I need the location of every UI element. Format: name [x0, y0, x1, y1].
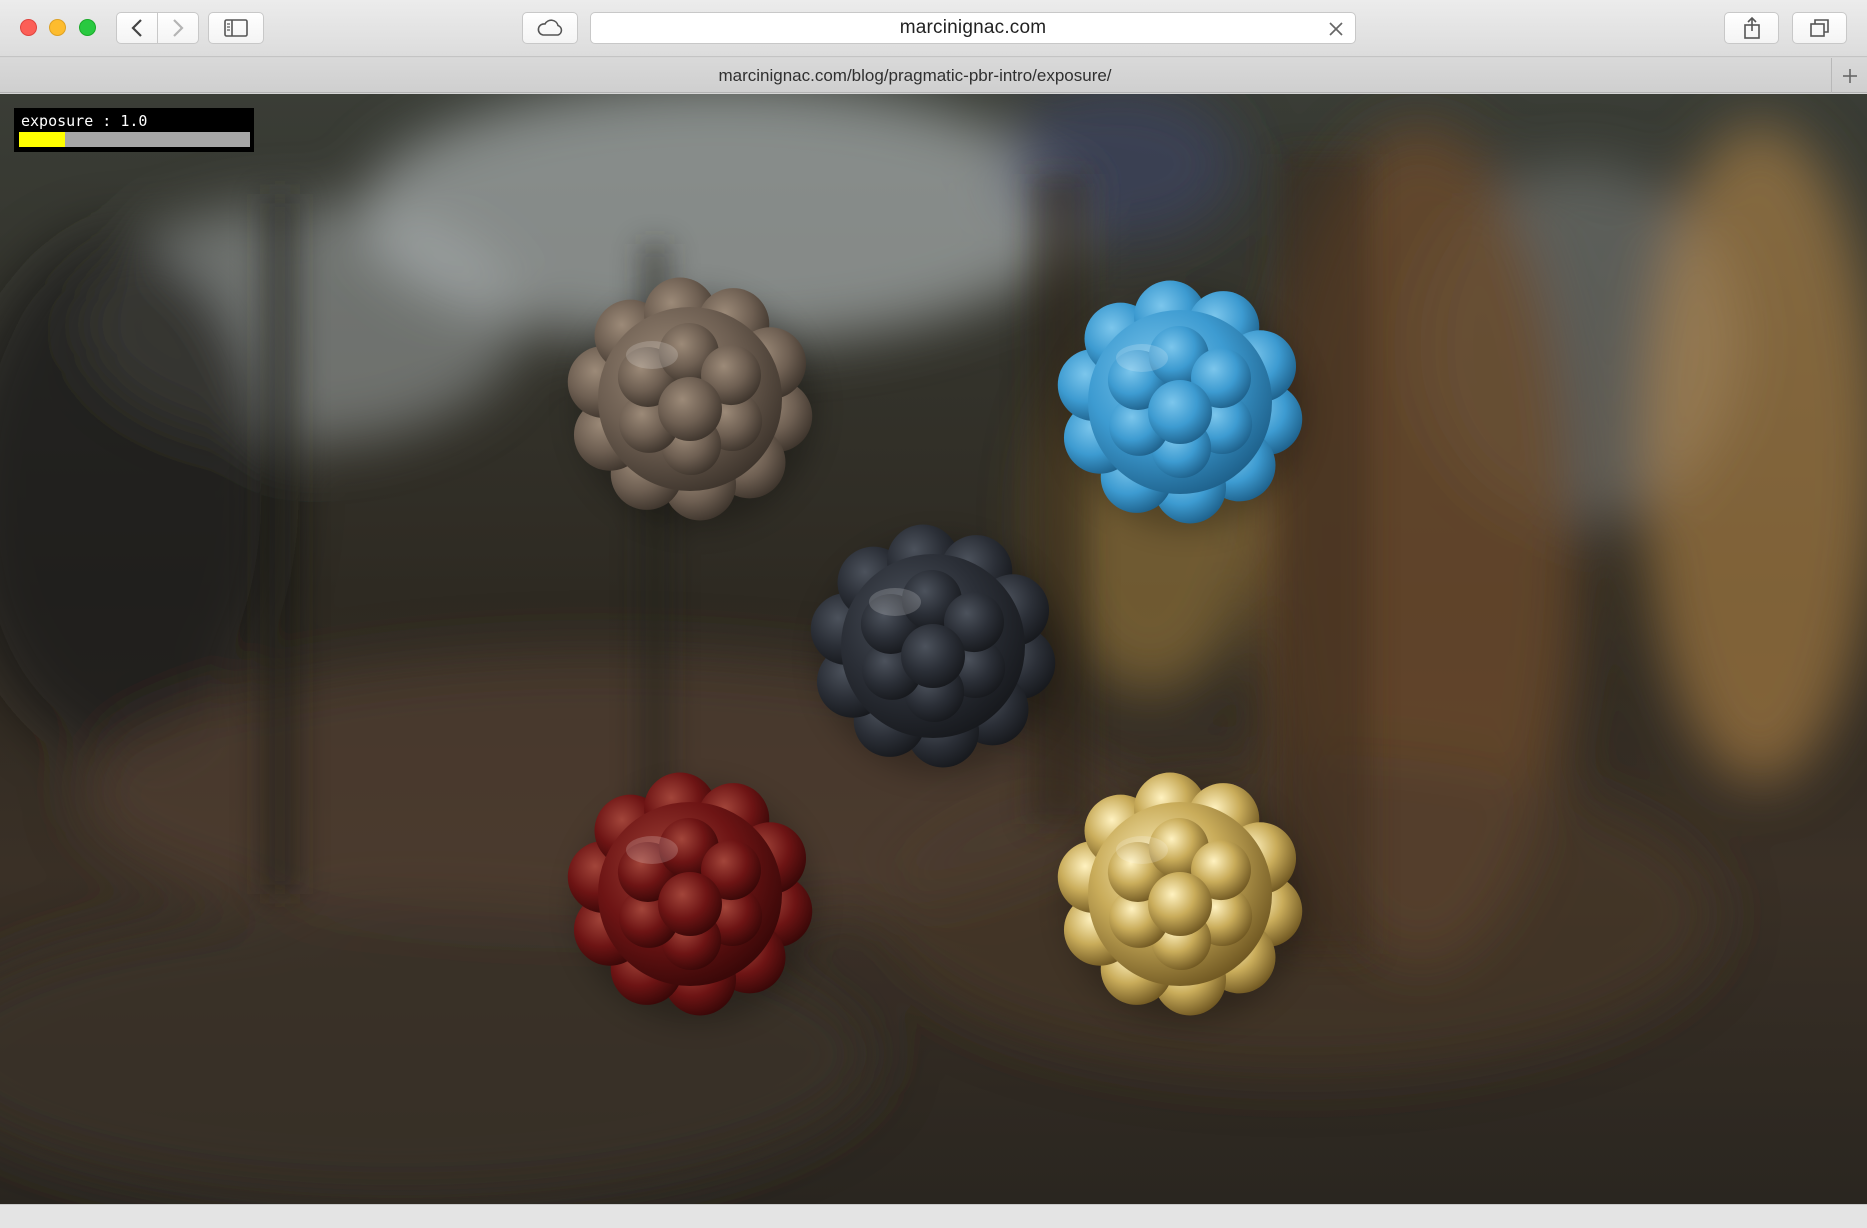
- address-host: marcinignac.com: [899, 17, 1047, 38]
- sidebar-toggle-button[interactable]: [208, 12, 264, 44]
- sidebar-icon: [224, 19, 248, 37]
- minimize-window-button[interactable]: [49, 19, 66, 36]
- zoom-window-button[interactable]: [79, 19, 96, 36]
- forward-button[interactable]: [157, 12, 199, 44]
- back-button[interactable]: [116, 12, 158, 44]
- tab-bar: marcinignac.com/blog/pragmatic-pbr-intro…: [0, 58, 1867, 93]
- active-tab[interactable]: marcinignac.com/blog/pragmatic-pbr-intro…: [0, 58, 1830, 93]
- share-button[interactable]: [1724, 12, 1779, 44]
- cloud-icon: [537, 19, 563, 36]
- browser-toolbar: marcinignac.com: [0, 0, 1867, 57]
- tabs-overview-icon: [1809, 19, 1829, 37]
- exposure-slider[interactable]: [19, 132, 250, 147]
- chevron-left-icon: [131, 19, 142, 37]
- exposure-gui-panel: exposure : 1.0: [14, 108, 254, 152]
- exposure-label: exposure : 1.0: [21, 112, 148, 130]
- new-tab-button[interactable]: [1831, 58, 1867, 93]
- icloud-tabs-button[interactable]: [522, 12, 578, 44]
- address-bar[interactable]: marcinignac.com: [590, 12, 1356, 44]
- chevron-right-icon: [173, 19, 184, 37]
- close-icon[interactable]: [1327, 20, 1345, 38]
- pbr-scene: [0, 94, 1867, 1204]
- close-window-button[interactable]: [20, 19, 37, 36]
- show-all-tabs-button[interactable]: [1792, 12, 1847, 44]
- exposure-slider-fill: [19, 132, 66, 147]
- share-icon: [1743, 16, 1760, 39]
- window-bottom-edge: [0, 1204, 1867, 1228]
- plus-icon: [1842, 68, 1857, 83]
- webgl-canvas[interactable]: exposure : 1.0: [0, 94, 1867, 1204]
